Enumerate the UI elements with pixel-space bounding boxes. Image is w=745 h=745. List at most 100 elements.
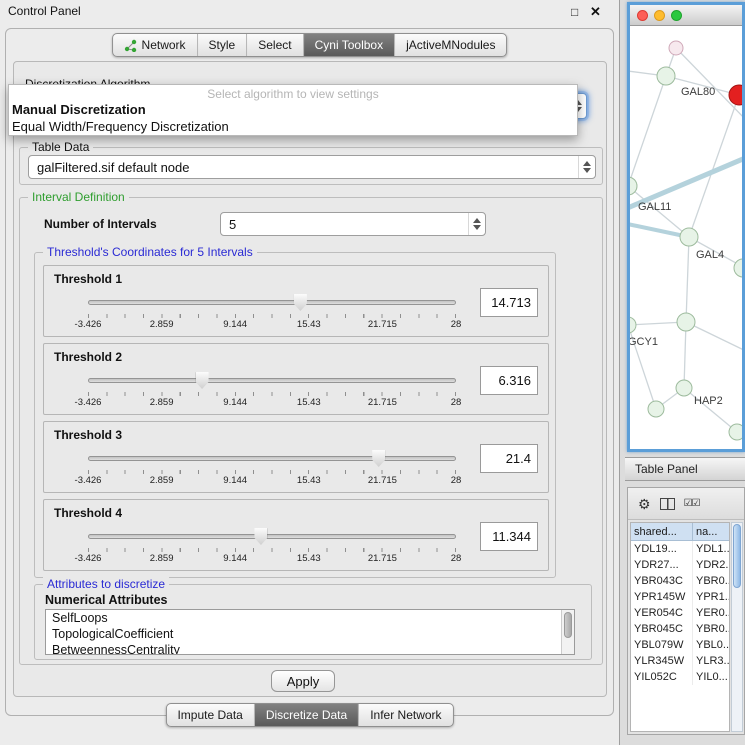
network-graph[interactable]: GAL80GAL11GAL4GCY1HAP2	[630, 26, 742, 449]
network-node[interactable]	[680, 228, 698, 246]
network-node[interactable]	[657, 67, 675, 85]
threshold-3-slider[interactable]	[88, 450, 456, 468]
attributes-scrollbar[interactable]	[561, 610, 574, 654]
table-cell[interactable]: YBL0...	[693, 637, 729, 653]
table-row[interactable]: YBR045CYBR0...	[631, 621, 729, 637]
dropdown-option-manual-discretization[interactable]: Manual Discretization	[12, 102, 146, 117]
table-data-combobox[interactable]: galFiltered.sif default node	[28, 155, 596, 179]
column-header-shared-name[interactable]: shared...	[631, 523, 693, 540]
table-row[interactable]: YBL079WYBL0...	[631, 637, 729, 653]
select-columns-icon[interactable]: ☑☑	[684, 498, 700, 509]
table-cell[interactable]: YBR043C	[631, 573, 693, 589]
table-cell[interactable]: YER054C	[631, 605, 693, 621]
tab-label: Discretize Data	[266, 708, 347, 722]
list-item[interactable]: SelfLoops	[46, 610, 574, 626]
threshold-1-value-field[interactable]: 14.713	[480, 288, 538, 317]
slider-thumb[interactable]	[254, 528, 267, 545]
table-cell[interactable]: YDR27...	[631, 557, 693, 573]
close-button[interactable]	[637, 10, 648, 21]
table-row[interactable]: YIL052CYIL0...	[631, 669, 729, 685]
interval-definition-group-title: Interval Definition	[28, 190, 129, 204]
list-item[interactable]: TopologicalCoefficient	[46, 626, 574, 642]
table-cell[interactable]: YBR0...	[693, 573, 729, 589]
apply-button[interactable]: Apply	[271, 670, 335, 692]
slider-track[interactable]	[88, 456, 456, 461]
table-cell[interactable]: YDR2...	[693, 557, 729, 573]
tab-select[interactable]: Select	[246, 34, 302, 56]
network-node[interactable]	[677, 313, 695, 331]
table-cell[interactable]: YIL0...	[693, 669, 729, 685]
tab-style[interactable]: Style	[197, 34, 247, 56]
slider-ticks	[88, 314, 456, 318]
table-cell[interactable]: YBR045C	[631, 621, 693, 637]
tab-infer-network[interactable]: Infer Network	[358, 704, 452, 726]
list-item[interactable]: BetweennessCentrality	[46, 642, 574, 655]
table-row[interactable]: YLR345WYLR3...	[631, 653, 729, 669]
slider-track[interactable]	[88, 534, 456, 539]
tab-jactivemnodules[interactable]: jActiveMNodules	[394, 34, 506, 56]
tab-label: Network	[142, 38, 186, 52]
table-cell[interactable]: YBR0...	[693, 621, 729, 637]
tab-impute-data[interactable]: Impute Data	[166, 704, 253, 726]
network-node[interactable]	[676, 380, 692, 396]
table-row[interactable]: YBR043CYBR0...	[631, 573, 729, 589]
slider-ticks	[88, 470, 456, 474]
slider-track[interactable]	[88, 300, 456, 305]
slider-thumb[interactable]	[196, 372, 209, 389]
threshold-2-value-field[interactable]: 6.316	[480, 366, 538, 395]
column-chooser-icon[interactable]	[660, 498, 675, 510]
float-window-icon[interactable]: □	[571, 5, 578, 19]
slider-track[interactable]	[88, 378, 456, 383]
threshold-2-slider[interactable]	[88, 372, 456, 390]
tab-cyni-toolbox[interactable]: Cyni Toolbox	[303, 34, 394, 56]
control-panel-titlebar: Control Panel □ ✕	[0, 0, 619, 24]
close-panel-icon[interactable]: ✕	[590, 4, 601, 20]
table-cell[interactable]: YDL1...	[693, 541, 729, 557]
threshold-4-value-field[interactable]: 11.344	[480, 522, 538, 551]
minimize-button[interactable]	[654, 10, 665, 21]
slider-thumb[interactable]	[294, 294, 307, 311]
table-row[interactable]: YPR145WYPR1...	[631, 589, 729, 605]
tab-network[interactable]: Network	[113, 34, 197, 56]
threshold-4-slider[interactable]	[88, 528, 456, 546]
scrollbar-thumb[interactable]	[564, 612, 572, 638]
scrollbar-thumb[interactable]	[733, 524, 741, 588]
zoom-button[interactable]	[671, 10, 682, 21]
threshold-3-value-field[interactable]: 21.4	[480, 444, 538, 473]
table-cell[interactable]: YLR345W	[631, 653, 693, 669]
threshold-1-slider[interactable]	[88, 294, 456, 312]
slider-scale-label: 15.43	[297, 319, 321, 330]
network-node[interactable]	[648, 401, 664, 417]
column-header-name[interactable]: na...	[693, 523, 729, 540]
table-cell[interactable]: YDL19...	[631, 541, 693, 557]
network-edge	[630, 76, 666, 186]
table-cell[interactable]: YIL052C	[631, 669, 693, 685]
network-node-label: GAL11	[638, 201, 671, 213]
table-cell[interactable]: YER0...	[693, 605, 729, 621]
network-edge	[686, 322, 742, 352]
network-canvas[interactable]: GAL80GAL11GAL4GCY1HAP2	[630, 26, 742, 449]
table-row[interactable]: YDR27...YDR2...	[631, 557, 729, 573]
network-node[interactable]	[734, 259, 742, 277]
tab-discretize-data[interactable]: Discretize Data	[254, 704, 358, 726]
control-panel-tab-strip: Network Style Select Cyni Toolbox jActiv…	[112, 33, 508, 57]
network-node[interactable]	[729, 85, 742, 105]
dropdown-option-equal-width-frequency[interactable]: Equal Width/Frequency Discretization	[12, 119, 229, 134]
table-cell[interactable]: YLR3...	[693, 653, 729, 669]
number-of-intervals-combobox[interactable]: 5	[220, 212, 486, 236]
slider-scale-label: 2.859	[150, 397, 174, 408]
network-node[interactable]	[729, 424, 742, 440]
tab-label: Impute Data	[177, 708, 242, 722]
gear-icon[interactable]: ⚙	[638, 497, 651, 511]
network-edge	[686, 237, 689, 322]
table-scrollbar[interactable]	[731, 522, 743, 732]
table-cell[interactable]: YPR145W	[631, 589, 693, 605]
tab-label: jActiveMNodules	[406, 38, 495, 52]
network-node[interactable]	[630, 317, 636, 333]
table-row[interactable]: YER054CYER0...	[631, 605, 729, 621]
network-node[interactable]	[669, 41, 683, 55]
table-row[interactable]: YDL19...YDL1...	[631, 541, 729, 557]
table-cell[interactable]: YPR1...	[693, 589, 729, 605]
slider-thumb[interactable]	[372, 450, 385, 467]
table-cell[interactable]: YBL079W	[631, 637, 693, 653]
